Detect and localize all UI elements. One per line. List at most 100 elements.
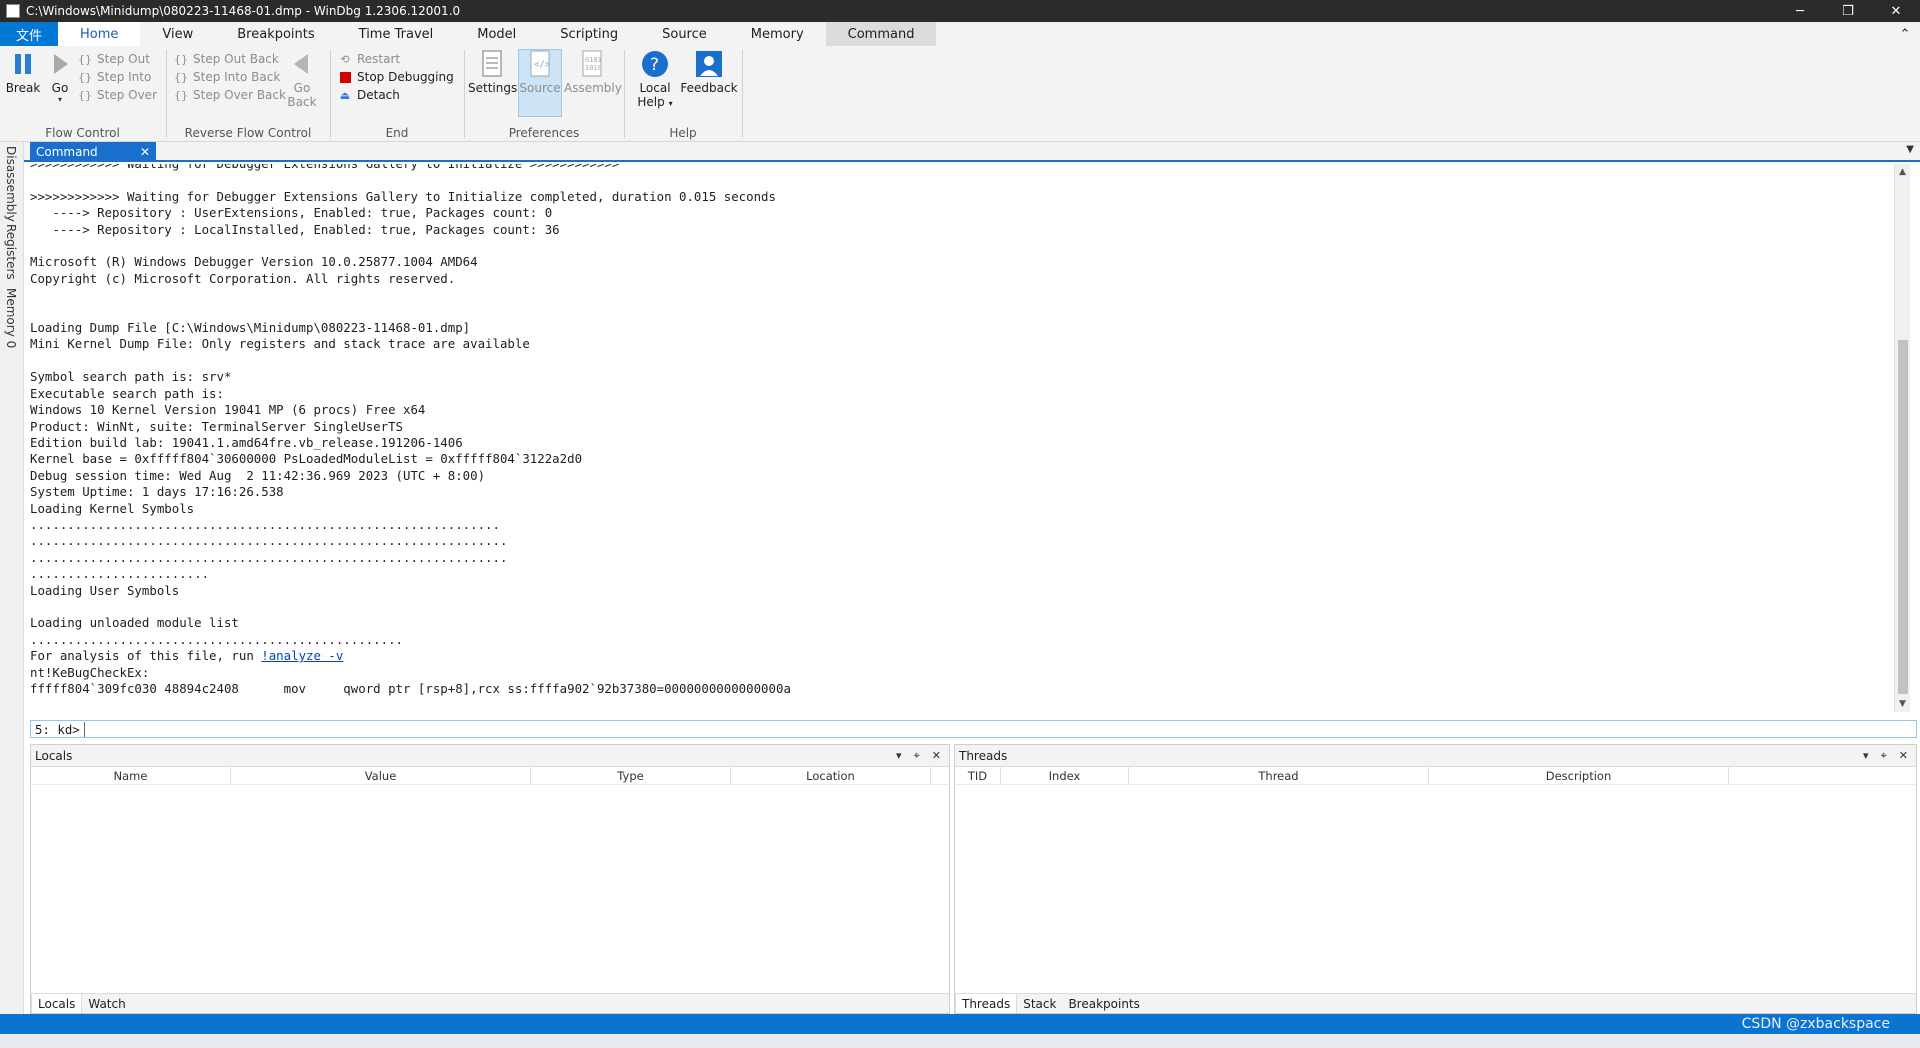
command-input[interactable] [84,721,1916,737]
locals-col-value[interactable]: Value [231,767,531,784]
threads-dropdown-icon[interactable]: ▾ [1863,749,1869,763]
detach-button[interactable]: ⏏ Detach [338,86,400,104]
source-label: Source [519,81,561,95]
ribbon-separator [166,50,167,138]
threads-header: Threads ▾ ⌖ ✕ [955,745,1916,767]
dock-tab-memory-0[interactable]: Memory 0 [4,288,18,348]
restart-button[interactable]: ⟲ Restart [338,50,400,68]
tab-view[interactable]: View [140,22,215,46]
pause-icon [9,50,37,78]
feedback-button[interactable]: Feedback [680,50,738,95]
step-out-icon: {} [78,52,92,66]
go-button[interactable]: Go ▾ [46,50,74,104]
step-over-back-button[interactable]: {} Step Over Back [174,86,286,104]
step-into-button[interactable]: {} Step Into [78,68,151,86]
step-out-button[interactable]: {} Step Out [78,50,150,68]
locals-close-icon[interactable]: ✕ [932,749,941,763]
go-back-label-2: Back [287,95,317,109]
step-out-label: Step Out [97,52,150,66]
assembly-button[interactable]: 0101 1010 Assembly [564,50,622,95]
ribbon: Break Go ▾ {} Step Out {} Step Into {} Step… [0,46,1920,142]
source-code-icon: </> [526,50,554,78]
minimize-button[interactable]: ─ [1776,4,1824,19]
tab-watch[interactable]: Watch [82,994,131,1013]
ribbon-separator [624,50,625,138]
close-window-button[interactable]: ✕ [1872,4,1920,19]
windbg-window: C:\Windows\Minidump\080223-11468-01.dmp … [0,0,1920,1048]
local-help-button[interactable]: ? Local Help ▾ [634,50,676,109]
tab-memory[interactable]: Memory [729,22,826,46]
preferences-label: Preferences [508,126,580,140]
go-back-button[interactable]: Go Back [286,50,318,109]
group-flow-control: Break Go ▾ {} Step Out {} Step Into {} Step… [0,46,165,142]
threads-col-index[interactable]: Index [1001,767,1129,784]
output-scrollbar[interactable]: ▲ ▼ [1894,164,1910,712]
scroll-up-icon[interactable]: ▲ [1895,164,1910,180]
svg-text:?: ? [650,55,659,75]
output-analysis-line: For analysis of this file, run !analyze … [30,648,344,664]
locals-col-name[interactable]: Name [31,767,231,784]
group-end: ⟲ Restart Stop Debugging ⏏ Detach End [332,46,462,142]
locals-col-type[interactable]: Type [531,767,731,784]
analyze-link[interactable]: !analyze -v [261,648,343,663]
stop-debugging-button[interactable]: Stop Debugging [338,68,454,86]
help-label: Help [669,126,697,140]
threads-col-thread[interactable]: Thread [1129,767,1429,784]
feedback-label: Feedback [680,81,738,95]
step-out-back-label: Step Out Back [193,52,279,66]
collapse-ribbon-icon[interactable]: ⌃ [1890,22,1920,46]
watermark: CSDN @zxbackspace [1741,1016,1890,1032]
ribbon-tab-bar: 文件 Home View Breakpoints Time Travel Mod… [0,22,1920,46]
locals-title: Locals [35,748,73,763]
tab-command-window[interactable]: Command ✕ [30,142,156,162]
tab-scripting[interactable]: Scripting [538,22,640,46]
locals-dropdown-icon[interactable]: ▾ [896,749,902,763]
settings-button[interactable]: Settings [468,50,517,95]
step-over-back-label: Step Over Back [193,88,286,102]
tab-breakpoints-pane[interactable]: Breakpoints [1062,994,1145,1013]
tab-overflow-icon[interactable]: ▼ [1906,144,1914,155]
threads-col-description[interactable]: Description [1429,767,1729,784]
command-tab-label: Command [36,145,98,159]
tab-threads[interactable]: Threads [955,994,1018,1013]
tab-command[interactable]: Command [825,22,937,46]
output-lines: >>>>>>>>>>>> Waiting for Debugger Extens… [30,188,776,647]
tab-home[interactable]: Home [58,22,141,46]
title-bar: C:\Windows\Minidump\080223-11468-01.dmp … [0,0,1920,22]
stop-debugging-label: Stop Debugging [357,70,454,84]
locals-pane-tabs: Locals Watch [31,993,949,1013]
scroll-down-icon[interactable]: ▼ [1895,696,1910,712]
locals-pin-icon[interactable]: ⌖ [914,749,920,763]
step-over-button[interactable]: {} Step Over [78,86,157,104]
tab-breakpoints[interactable]: Breakpoints [215,22,336,46]
threads-pin-icon[interactable]: ⌖ [1881,749,1887,763]
threads-col-tid[interactable]: TID [955,767,1001,784]
tab-model[interactable]: Model [455,22,538,46]
step-into-back-button[interactable]: {} Step Into Back [174,68,280,86]
command-tab-strip: Command ✕ ▼ [24,142,1920,162]
step-out-back-button[interactable]: {} Step Out Back [174,50,279,68]
tab-stack[interactable]: Stack [1017,994,1062,1013]
threads-close-icon[interactable]: ✕ [1899,749,1908,763]
svg-text:1010: 1010 [585,64,602,72]
flow-control-label: Flow Control [45,126,120,140]
locals-col-location[interactable]: Location [731,767,931,784]
step-out-back-icon: {} [174,52,188,66]
command-output: >>>>>>>>>>>> Waiting for Debugger Extens… [30,164,1896,712]
dock-tab-registers[interactable]: Registers [4,224,18,280]
scroll-thumb[interactable] [1898,340,1908,694]
tab-source[interactable]: Source [640,22,729,46]
tab-file[interactable]: 文件 [0,22,58,46]
window-title: C:\Windows\Minidump\080223-11468-01.dmp … [26,4,461,18]
step-over-label: Step Over [97,88,157,102]
close-command-tab-icon[interactable]: ✕ [140,145,150,159]
dock-tab-disassembly[interactable]: Disassembly [4,146,18,222]
maximize-button[interactable]: ❐ [1824,4,1872,19]
tab-time-travel[interactable]: Time Travel [337,22,456,46]
settings-document-icon [478,50,506,78]
break-button[interactable]: Break [4,50,42,95]
source-button[interactable]: </> Source [518,49,562,117]
local-help-label-1: Local [639,81,671,95]
left-dock: Disassembly Registers Memory 0 [0,142,24,1014]
tab-locals[interactable]: Locals [31,994,83,1013]
